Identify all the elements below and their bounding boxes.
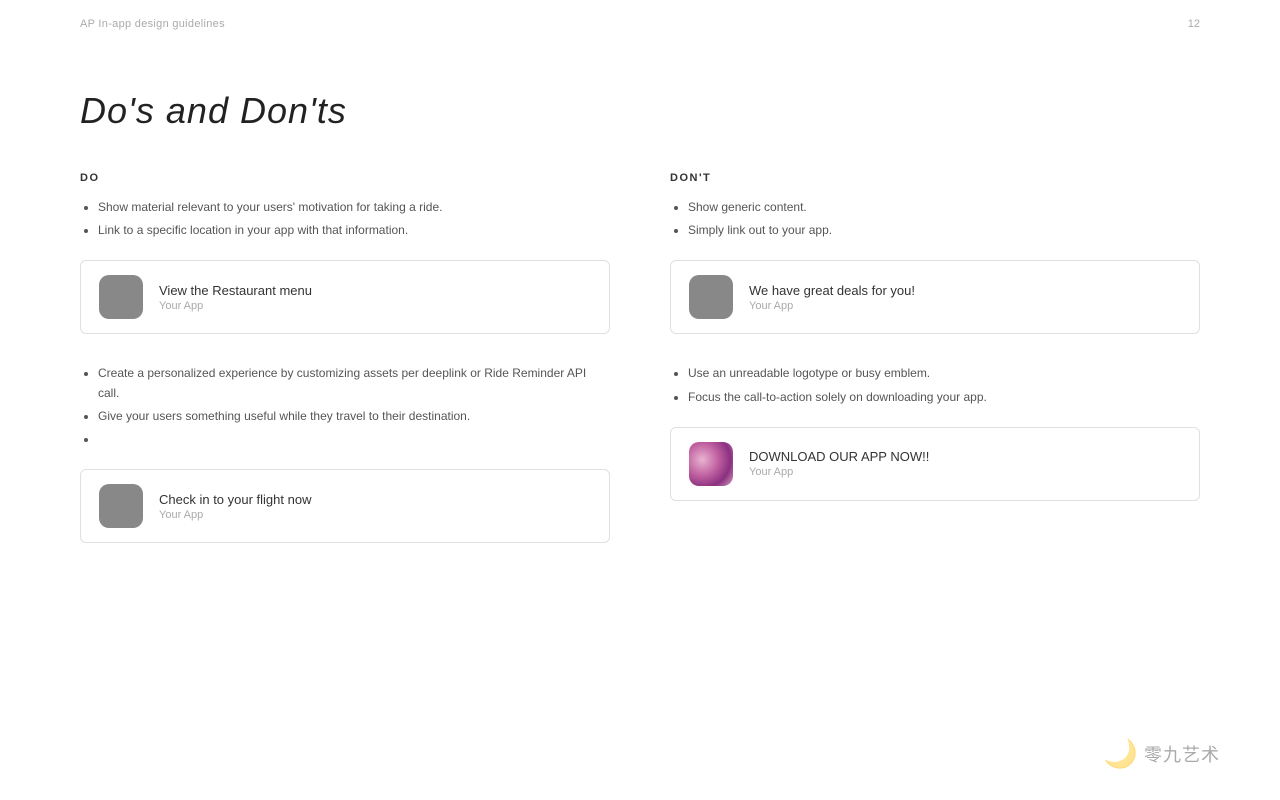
dont-notification-card-2: DOWNLOAD OUR APP NOW!! Your App	[670, 427, 1200, 501]
dont-bullet-item: Focus the call-to-action solely on downl…	[688, 388, 1200, 407]
dont-bullet-list-1: Show generic content. Simply link out to…	[670, 198, 1200, 240]
dont-column: DON'T Show generic content. Simply link …	[670, 172, 1200, 573]
dont-notification-card-1: We have great deals for you! Your App	[670, 260, 1200, 334]
dont-card-text-2: DOWNLOAD OUR APP NOW!! Your App	[749, 449, 929, 478]
page-number: 12	[1188, 18, 1200, 30]
dont-block-1: Show generic content. Simply link out to…	[670, 198, 1200, 334]
dont-block-2: Use an unreadable logotype or busy emble…	[670, 364, 1200, 500]
dont-bullet-item: Show generic content.	[688, 198, 1200, 217]
do-bullet-item: Create a personalized experience by cust…	[98, 364, 610, 402]
dont-card-text-1: We have great deals for you! Your App	[749, 283, 915, 312]
do-card-title-1: View the Restaurant menu	[159, 283, 312, 298]
do-bullet-item: Show material relevant to your users' mo…	[98, 198, 610, 217]
do-column: DO Show material relevant to your users'…	[80, 172, 610, 573]
main-content: Do's and Don'ts DO Show material relevan…	[0, 30, 1280, 613]
do-column-header: DO	[80, 172, 610, 184]
document-title: AP In-app design guidelines	[80, 18, 225, 30]
do-bullet-list-2: Create a personalized experience by cust…	[80, 364, 610, 449]
do-bullet-item	[98, 430, 610, 449]
dont-card-icon-2	[689, 442, 733, 486]
do-notification-card-2: Check in to your flight now Your App	[80, 469, 610, 543]
dont-card-title-1: We have great deals for you!	[749, 283, 915, 298]
watermark-icon: 🌙	[1103, 737, 1138, 770]
do-bullet-item: Give your users something useful while t…	[98, 407, 610, 426]
do-bullet-list-1: Show material relevant to your users' mo…	[80, 198, 610, 240]
watermark: 🌙 零九艺术	[1103, 737, 1220, 770]
dont-column-header: DON'T	[670, 172, 1200, 184]
do-card-title-2: Check in to your flight now	[159, 492, 311, 507]
dont-bullet-item: Use an unreadable logotype or busy emble…	[688, 364, 1200, 383]
page-header: AP In-app design guidelines 12	[0, 0, 1280, 30]
dont-bullet-item: Simply link out to your app.	[688, 221, 1200, 240]
dont-card-icon-1	[689, 275, 733, 319]
do-card-subtitle-2: Your App	[159, 509, 311, 521]
do-notification-card-1: View the Restaurant menu Your App	[80, 260, 610, 334]
dont-card-subtitle-1: Your App	[749, 300, 915, 312]
do-block-2: Create a personalized experience by cust…	[80, 364, 610, 543]
dont-card-title-2: DOWNLOAD OUR APP NOW!!	[749, 449, 929, 464]
do-block-1: Show material relevant to your users' mo…	[80, 198, 610, 334]
do-card-text-2: Check in to your flight now Your App	[159, 492, 311, 521]
section-title: Do's and Don'ts	[80, 90, 1200, 132]
dont-bullet-list-2: Use an unreadable logotype or busy emble…	[670, 364, 1200, 406]
do-card-icon-1	[99, 275, 143, 319]
do-bullet-item: Link to a specific location in your app …	[98, 221, 610, 240]
watermark-text: 零九艺术	[1144, 741, 1220, 767]
dont-card-subtitle-2: Your App	[749, 466, 929, 478]
do-card-text-1: View the Restaurant menu Your App	[159, 283, 312, 312]
do-card-icon-2	[99, 484, 143, 528]
do-card-subtitle-1: Your App	[159, 300, 312, 312]
columns-container: DO Show material relevant to your users'…	[80, 172, 1200, 573]
